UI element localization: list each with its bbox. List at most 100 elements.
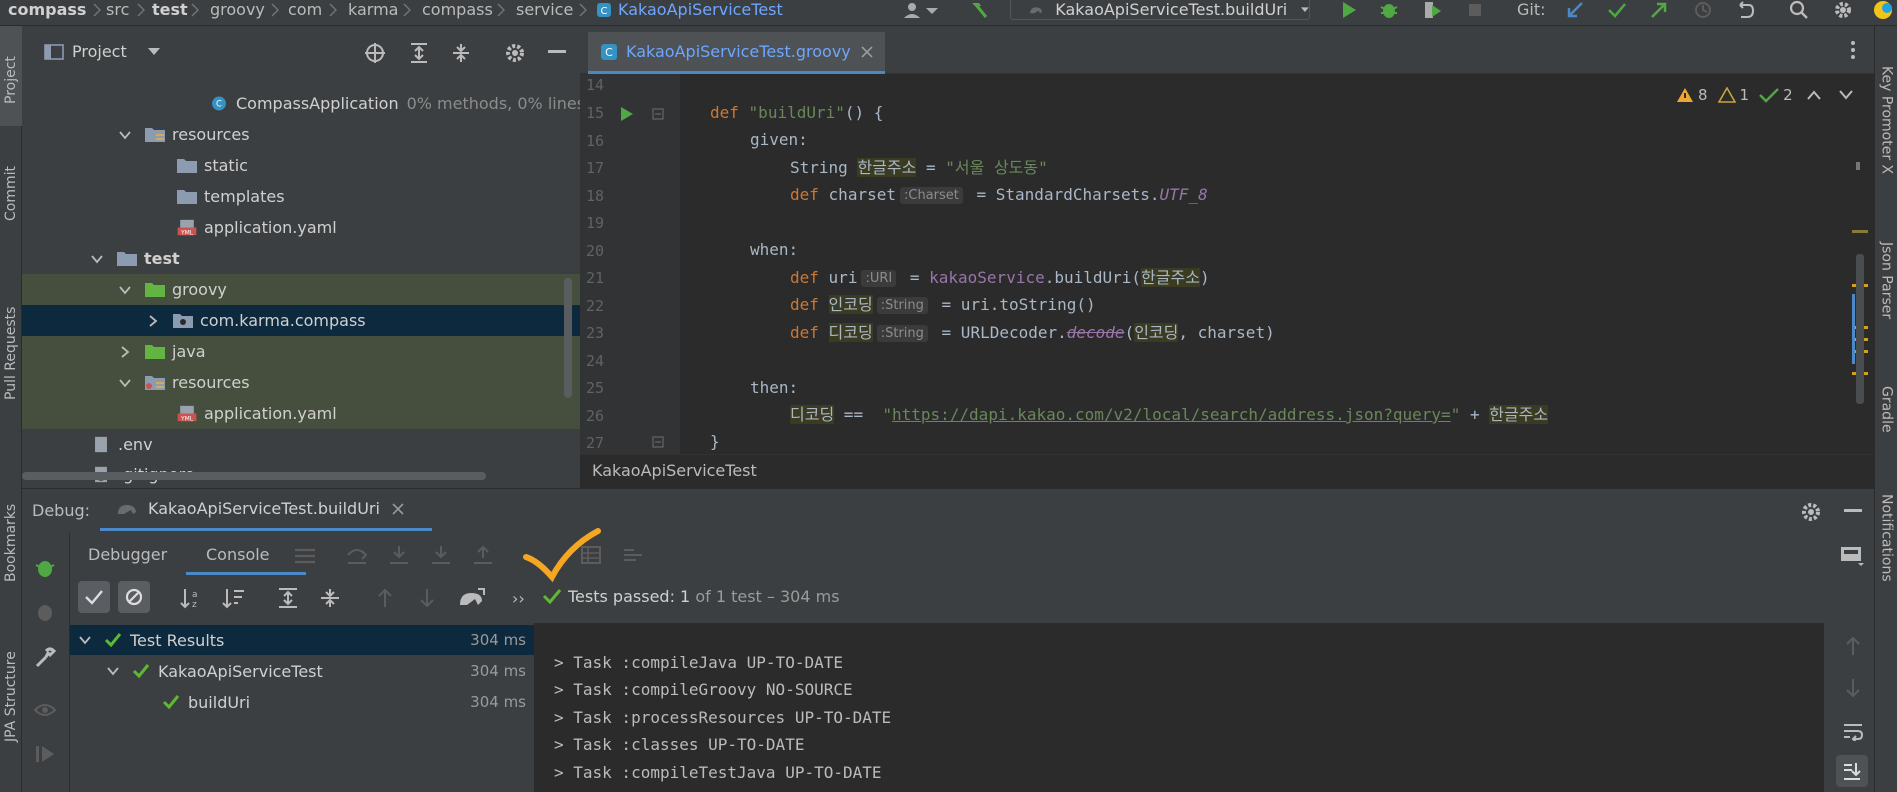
fold-icon[interactable] — [652, 436, 664, 448]
stop-icon[interactable] — [1462, 0, 1488, 20]
previous-failed-icon[interactable] — [376, 587, 394, 609]
next-highlight-icon[interactable] — [1838, 90, 1853, 100]
scroll-down-icon[interactable] — [1844, 677, 1862, 699]
sort-by-duration-icon[interactable] — [222, 587, 246, 609]
notifications-tool-button[interactable]: Notifications — [1875, 478, 1897, 598]
import-tests-icon[interactable] — [458, 587, 486, 609]
code-line-17[interactable]: String 한글주소 = "서울 상도동" — [790, 157, 1048, 179]
tree-item-java[interactable]: java — [22, 336, 580, 367]
breadcrumb-item[interactable]: src — [106, 0, 129, 20]
chevron-down-icon[interactable] — [106, 664, 120, 678]
sort-alphabetically-icon[interactable]: az — [180, 587, 204, 609]
code-line-22[interactable]: def 인코딩:String = uri.toString() — [790, 294, 1096, 316]
code-line-25[interactable]: then: — [750, 377, 798, 399]
chevron-right-icon[interactable] — [146, 314, 160, 328]
search-icon[interactable] — [1786, 0, 1812, 20]
scroll-up-icon[interactable] — [1844, 635, 1862, 657]
breadcrumb-item[interactable]: karma — [348, 0, 398, 20]
fold-icon[interactable] — [652, 108, 664, 120]
tree-item-templates[interactable]: templates — [22, 181, 580, 212]
breadcrumb-current[interactable]: KakaoApiServiceTest — [618, 0, 783, 20]
project-title[interactable]: Project — [72, 42, 127, 61]
breadcrumb-item[interactable]: test — [152, 0, 188, 20]
code-line-15[interactable]: def "buildUri"() { — [710, 102, 883, 124]
more-actions-chevron[interactable]: ›› — [512, 589, 525, 608]
breadcrumb-item[interactable]: compass — [8, 0, 86, 20]
chevron-down-icon[interactable] — [118, 376, 132, 390]
tree-item-groovy[interactable]: groovy — [22, 274, 580, 305]
tree-item-application-yaml[interactable]: YML application.yaml — [22, 212, 580, 243]
force-step-into-icon[interactable] — [430, 545, 452, 565]
run-with-coverage-icon[interactable] — [1420, 0, 1446, 20]
chevron-down-icon[interactable] — [90, 252, 104, 266]
pull-requests-tool-button[interactable]: Pull Requests — [0, 278, 22, 428]
jpa-structure-tool-button[interactable]: JPA Structure — [0, 622, 22, 772]
rollback-icon[interactable] — [1732, 0, 1758, 20]
vertical-scrollbar[interactable] — [564, 278, 572, 398]
minimize-icon[interactable] — [1844, 509, 1862, 513]
bookmarks-tool-button[interactable]: Bookmarks — [0, 488, 22, 598]
debug-session-tab[interactable]: KakaoApiServiceTest.buildUri — [100, 489, 432, 531]
code-line-21[interactable]: def uri:URI = kakaoService.buildUri(한글주소… — [790, 267, 1210, 289]
test-method-node[interactable]: buildUri 304 ms — [70, 687, 534, 717]
run-icon[interactable] — [1336, 0, 1362, 20]
chevron-right-icon[interactable] — [118, 345, 132, 359]
json-parser-tool-button[interactable]: Json Parser — [1875, 226, 1897, 336]
breadcrumb-item[interactable]: compass — [422, 0, 493, 20]
tab-console[interactable]: Console — [186, 533, 306, 575]
settings-gear-icon[interactable] — [1800, 501, 1822, 523]
project-tool-button[interactable]: Project — [0, 38, 22, 122]
code-line-20[interactable]: when: — [750, 239, 798, 261]
locate-target-icon[interactable] — [364, 42, 386, 64]
collapse-all-icon[interactable] — [318, 587, 342, 609]
build-hammer-icon[interactable] — [966, 0, 992, 20]
wrench-icon[interactable] — [34, 647, 56, 669]
close-icon[interactable] — [861, 45, 873, 58]
editor-tab[interactable]: C KakaoApiServiceTest.groovy — [588, 32, 885, 74]
breadcrumb-item[interactable]: com — [288, 0, 322, 20]
tree-item-com-karma-compass[interactable]: com.karma.compass — [22, 305, 580, 336]
commit-tool-button[interactable]: Commit — [0, 152, 22, 236]
more-options-icon[interactable] — [1850, 40, 1856, 60]
console-scrollbar[interactable] — [1824, 623, 1834, 792]
expand-all-icon[interactable] — [276, 587, 300, 609]
expand-all-icon[interactable] — [408, 42, 430, 64]
breadcrumb-item[interactable]: groovy — [210, 0, 265, 20]
trace-stream-icon[interactable] — [622, 545, 644, 565]
code-line-23[interactable]: def 디코딩:String = URLDecoder.decode(인코딩, … — [790, 322, 1275, 344]
git-update-icon[interactable] — [1562, 0, 1588, 20]
test-class-node[interactable]: KakaoApiServiceTest 304 ms — [70, 656, 534, 686]
previous-highlight-icon[interactable] — [1806, 90, 1821, 100]
tree-item-test-resources[interactable]: resources — [22, 367, 580, 398]
structure-breadcrumb[interactable]: KakaoApiServiceTest — [592, 461, 757, 480]
horizontal-scrollbar[interactable] — [22, 472, 486, 480]
run-test-gutter-icon[interactable] — [620, 106, 634, 122]
show-ignored-toggle[interactable] — [118, 581, 150, 613]
git-push-icon[interactable] — [1646, 0, 1672, 20]
resume-icon[interactable] — [34, 743, 56, 765]
layout-options-icon[interactable] — [1840, 545, 1866, 567]
git-commit-icon[interactable] — [1604, 0, 1630, 20]
tree-item-resources[interactable]: resources — [22, 119, 580, 150]
next-failed-icon[interactable] — [418, 587, 436, 609]
collapse-all-icon[interactable] — [450, 42, 472, 64]
history-icon[interactable] — [1690, 0, 1716, 20]
tab-debugger[interactable]: Debugger — [88, 545, 167, 564]
step-out-icon[interactable] — [472, 545, 494, 565]
tree-item-env[interactable]: .env — [22, 429, 580, 460]
settings-gear-icon[interactable] — [1830, 0, 1856, 20]
minimize-icon[interactable] — [548, 50, 566, 54]
menu-lines-icon[interactable] — [294, 547, 316, 565]
tree-item-static[interactable]: static — [22, 150, 580, 181]
close-icon[interactable] — [392, 502, 404, 515]
soft-wrap-icon[interactable] — [1842, 721, 1864, 741]
dropdown-arrow-icon[interactable] — [148, 48, 160, 56]
show-passed-toggle[interactable] — [78, 581, 110, 613]
code-line-26[interactable]: 디코딩 == "https://dapi.kakao.com/v2/local/… — [790, 404, 1549, 426]
code-line-27[interactable]: } — [710, 431, 720, 453]
error-stripe[interactable] — [1852, 114, 1868, 454]
console-output[interactable]: > Task :compileJava UP-TO-DATE > Task :c… — [534, 623, 1834, 792]
test-results-root[interactable]: Test Results 304 ms — [70, 625, 534, 655]
key-promoter-tool-button[interactable]: Key Promoter X — [1875, 50, 1897, 190]
chevron-down-icon[interactable] — [118, 283, 132, 297]
